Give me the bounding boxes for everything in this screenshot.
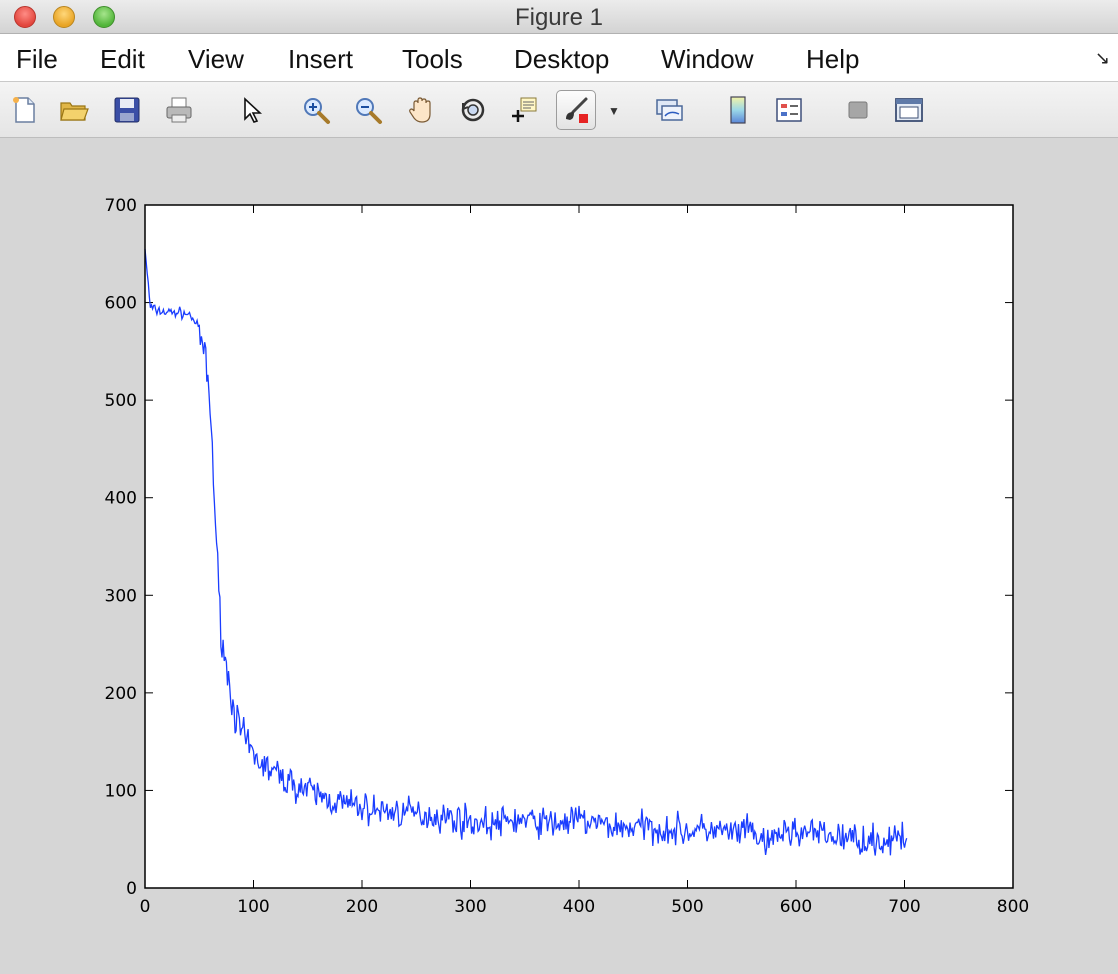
printer-icon [166, 97, 192, 123]
insert-colorbar-button[interactable] [720, 92, 756, 128]
open-file-button[interactable] [56, 92, 92, 128]
y-tick-label: 0 [126, 879, 137, 899]
zoom-in-button[interactable] [298, 92, 334, 128]
axes-background[interactable] [145, 205, 1013, 888]
dock-arrow-icon[interactable]: ↘ [1095, 48, 1110, 69]
line-chart[interactable]: 0 100 200 300 400 500 600 700 800 0 100 200 300 400 50… [0, 138, 1118, 974]
link-plot-button[interactable] [651, 92, 687, 128]
hide-tools-icon [848, 101, 868, 119]
arrow-pointer-icon [244, 97, 263, 123]
folder-open-icon [60, 102, 89, 121]
brush-button[interactable] [556, 90, 596, 130]
brush-dropdown-arrow-icon[interactable]: ▼ [608, 104, 620, 118]
x-tick-label: 600 [780, 897, 812, 917]
menu-insert[interactable]: Insert [288, 44, 353, 75]
figure-toolbar [0, 82, 1118, 138]
show-tools-icon [895, 98, 923, 122]
pan-button[interactable] [403, 92, 439, 128]
edit-plot-button[interactable] [233, 92, 269, 128]
data-cursor-icon [512, 97, 537, 122]
menu-window[interactable]: Window [661, 44, 753, 75]
zoom-out-icon [356, 98, 382, 124]
data-cursor-button[interactable] [506, 92, 542, 128]
rotate-3d-button[interactable] [455, 92, 491, 128]
y-tick-label: 500 [105, 391, 137, 411]
y-tick-label: 600 [105, 294, 137, 314]
window-title: Figure 1 [514, 4, 604, 31]
print-figure-button[interactable] [161, 92, 197, 128]
hand-icon [409, 97, 431, 123]
x-tick-label: 500 [671, 897, 703, 917]
menu-tools[interactable]: Tools [402, 44, 463, 75]
y-tick-label: 100 [105, 781, 137, 801]
x-tick-label: 200 [346, 897, 378, 917]
new-document-icon [13, 97, 35, 123]
colorbar-icon [730, 96, 746, 124]
new-figure-button[interactable] [6, 92, 42, 128]
menu-edit[interactable]: Edit [100, 44, 145, 75]
legend-icon [776, 98, 802, 122]
show-plot-tools-button[interactable] [891, 92, 927, 128]
x-tick-label: 400 [563, 897, 595, 917]
rotate-3d-icon [461, 98, 485, 122]
zoom-out-button[interactable] [350, 92, 386, 128]
x-tick-label: 700 [888, 897, 920, 917]
x-tick-label: 0 [140, 897, 151, 917]
hide-plot-tools-button[interactable] [840, 92, 876, 128]
brush-icon [566, 97, 588, 123]
menu-help[interactable]: Help [806, 44, 859, 75]
menu-bar: File Edit View Insert Tools Desktop Wind… [0, 34, 1118, 82]
figure-canvas: 0 100 200 300 400 500 600 700 800 0 100 200 300 400 50… [0, 138, 1118, 974]
y-tick-label: 300 [105, 586, 137, 606]
insert-legend-button[interactable] [771, 92, 807, 128]
link-plot-icon [656, 99, 683, 121]
y-tick-label: 700 [105, 196, 137, 216]
menu-view[interactable]: View [188, 44, 244, 75]
y-tick-label: 200 [105, 684, 137, 704]
save-figure-button[interactable] [109, 92, 145, 128]
zoom-in-icon [304, 98, 330, 124]
y-tick-label: 400 [105, 489, 137, 509]
title-bar: Figure 1 [0, 0, 1118, 34]
x-tick-label: 800 [997, 897, 1029, 917]
x-tick-label: 300 [454, 897, 486, 917]
x-tick-label: 100 [237, 897, 269, 917]
menu-desktop[interactable]: Desktop [514, 44, 609, 75]
menu-file[interactable]: File [16, 44, 58, 75]
floppy-disk-icon [114, 97, 140, 123]
